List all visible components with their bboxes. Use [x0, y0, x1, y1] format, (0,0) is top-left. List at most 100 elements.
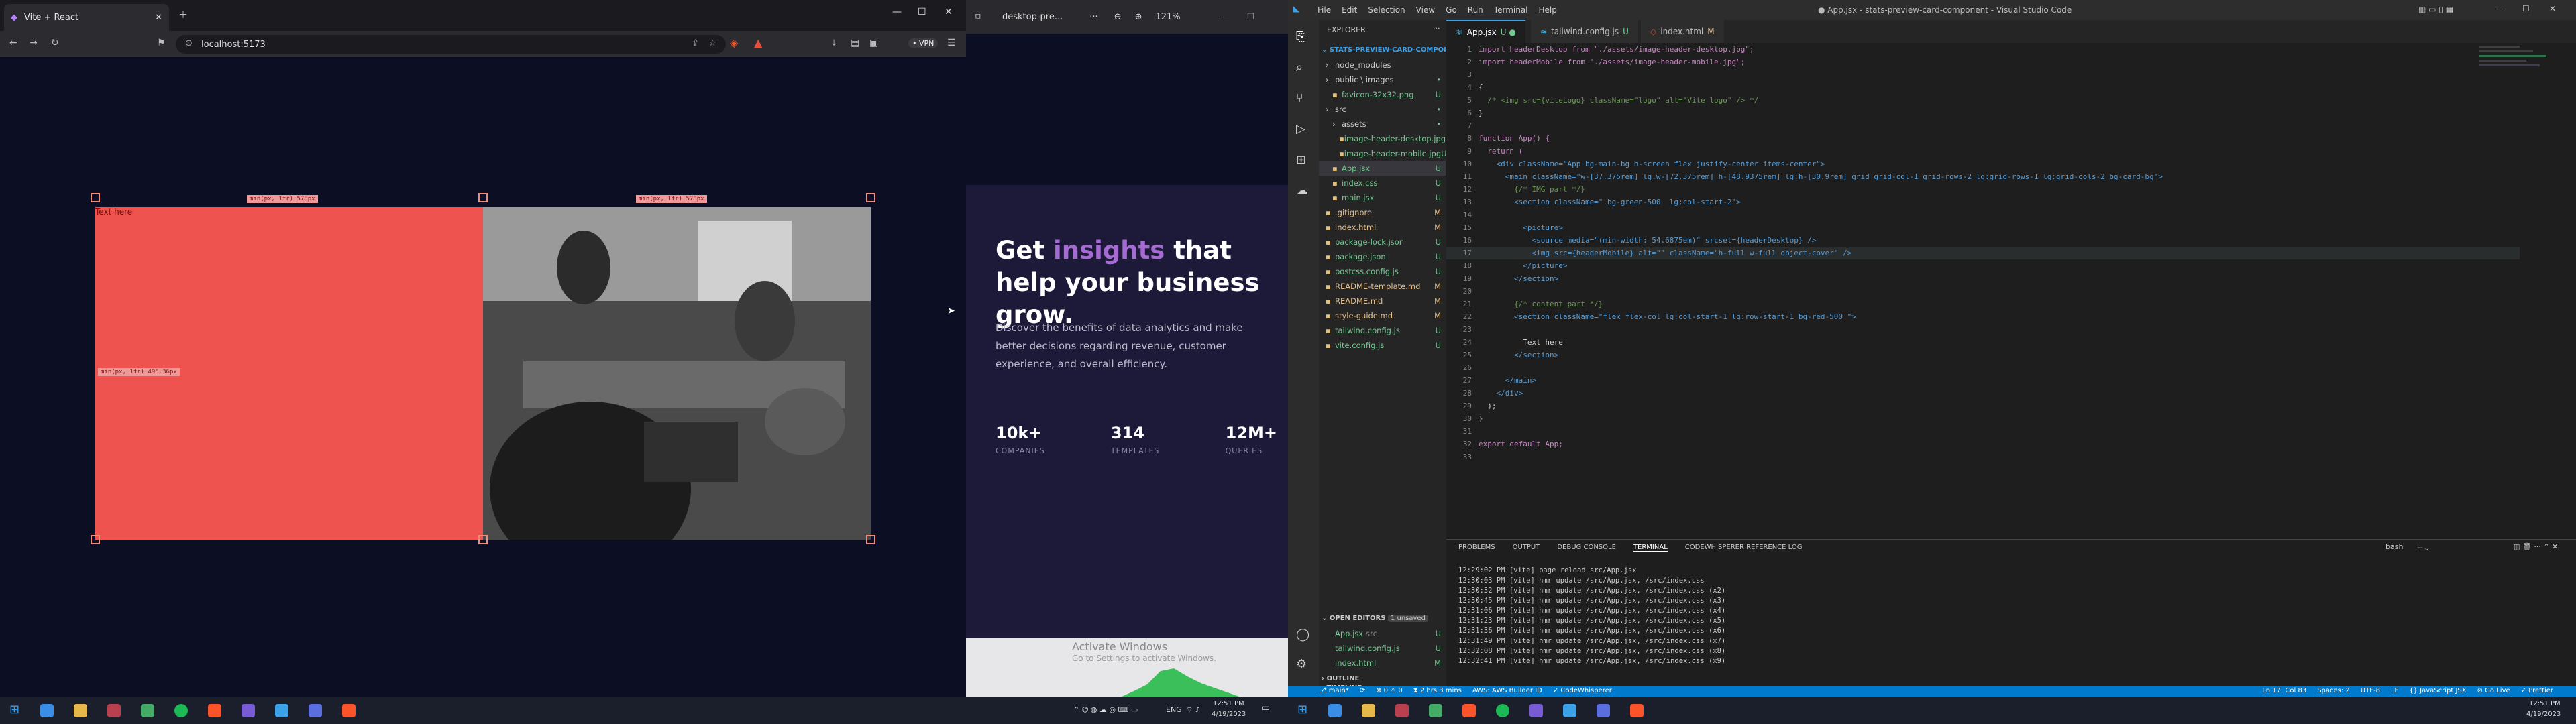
- close-tab-icon[interactable]: ✕: [155, 13, 162, 23]
- status-item[interactable]: LF: [2391, 687, 2398, 695]
- brave-shield-icon[interactable]: ◈: [730, 36, 738, 49]
- tree-folder[interactable]: › public \ images •: [1319, 72, 1446, 87]
- star-icon[interactable]: ☆: [708, 38, 716, 48]
- terminal-name[interactable]: bash: [2385, 542, 2403, 551]
- status-item[interactable]: Spaces: 2: [2317, 687, 2350, 695]
- brave-icon[interactable]: [208, 704, 221, 717]
- run-debug-icon[interactable]: ▷: [1296, 122, 1305, 136]
- file-explorer-icon[interactable]: [74, 704, 87, 717]
- panel-tab-problems[interactable]: PROBLEMS: [1458, 544, 1495, 552]
- tree-file[interactable]: ▪ style-guide.md M: [1319, 308, 1446, 323]
- taskbar-app-icon[interactable]: [1328, 704, 1342, 717]
- vpn-button[interactable]: • VPN: [908, 38, 938, 48]
- panel-tab-codewhisperer[interactable]: CODEWHISPERER REFERENCE LOG: [1685, 544, 1803, 552]
- network-volume-icons[interactable]: ⌔ ♪: [1186, 705, 1200, 715]
- preview-minimize-icon[interactable]: —: [1221, 12, 1230, 22]
- menu-edit[interactable]: Edit: [1342, 5, 1357, 15]
- zoom-out-icon[interactable]: ⊖: [1114, 12, 1122, 22]
- status-item[interactable]: ⧗ 2 hrs 3 mins: [1413, 687, 1462, 695]
- tree-folder[interactable]: › node_modules: [1319, 58, 1446, 72]
- tree-file[interactable]: ▪ README.md M: [1319, 294, 1446, 308]
- language-indicator[interactable]: ENG: [1166, 705, 1182, 714]
- code-editor[interactable]: 1 import headerDesktop from "./assets/ima…: [1446, 43, 2576, 539]
- new-terminal-icon[interactable]: ＋⌄: [2416, 542, 2430, 553]
- tree-file[interactable]: ▪ README-template.md M: [1319, 279, 1446, 294]
- panel-tab-terminal[interactable]: TERMINAL: [1633, 544, 1668, 552]
- layout-icons[interactable]: ▥ ▭ ▯ ▦: [2418, 5, 2453, 14]
- forward-icon[interactable]: →: [30, 38, 38, 48]
- status-item[interactable]: ⊗ 0 ⚠ 0: [1376, 687, 1403, 695]
- taskbar-app-icon[interactable]: [107, 704, 121, 717]
- bookmark-icon[interactable]: ⚑: [157, 38, 166, 48]
- vs-close-icon[interactable]: ✕: [2549, 4, 2556, 13]
- status-item[interactable]: ⊘ Go Live: [2477, 687, 2510, 695]
- zoom-in-icon[interactable]: ⊕: [1135, 12, 1142, 22]
- menu-view[interactable]: View: [1416, 5, 1435, 15]
- preview-maximize-icon[interactable]: ☐: [1247, 12, 1255, 22]
- vscode-taskbar-icon[interactable]: [275, 704, 288, 717]
- menu-run[interactable]: Run: [1468, 5, 1483, 15]
- tree-file[interactable]: ▪ favicon-32x32.png U: [1319, 87, 1446, 102]
- minimap[interactable]: [2479, 43, 2560, 110]
- open-editor-item[interactable]: App.jsx src U: [1319, 626, 1446, 641]
- tab-tailwind-config[interactable]: ≈ tailwind.config.js U: [1531, 20, 1638, 43]
- tree-file[interactable]: ▪ postcss.config.js U: [1319, 264, 1446, 279]
- project-root[interactable]: ⌄ STATS-PREVIEW-CARD-COMPONENT: [1322, 43, 1464, 58]
- site-info-icon[interactable]: ⊙: [185, 38, 193, 48]
- start-icon-2[interactable]: ⊞: [1297, 703, 1307, 717]
- vscode-taskbar-icon[interactable]: [1563, 704, 1576, 717]
- clock-date[interactable]: 4/19/2023: [1212, 711, 1246, 718]
- sidebar-icon[interactable]: ▤: [851, 38, 859, 48]
- taskbar-app-icon[interactable]: [1597, 704, 1610, 717]
- source-control-icon[interactable]: ⑂: [1296, 91, 1303, 105]
- tree-file[interactable]: ▪ index.css U: [1319, 176, 1446, 190]
- url-input[interactable]: ⊙ localhost:5173 ⇪ ☆: [176, 35, 726, 54]
- new-tab-icon[interactable]: ＋: [178, 8, 188, 21]
- close-window-icon[interactable]: ✕: [945, 7, 953, 17]
- tab-app-jsx[interactable]: ⚛ App.jsx U ●: [1446, 20, 1525, 43]
- menu-selection[interactable]: Selection: [1368, 5, 1405, 15]
- clock-time[interactable]: 12:51 PM: [1213, 700, 1244, 707]
- brave-icon[interactable]: [342, 704, 356, 717]
- share-icon[interactable]: ⇪: [692, 38, 699, 48]
- panel-tab-debug[interactable]: DEBUG CONSOLE: [1557, 544, 1616, 552]
- search-icon[interactable]: ⌕: [1296, 60, 1303, 74]
- open-editor-item[interactable]: index.html M: [1319, 656, 1446, 670]
- file-explorer-icon[interactable]: [1362, 704, 1375, 717]
- spotify-icon[interactable]: [174, 704, 188, 717]
- status-item[interactable]: ⎇ main*: [1319, 687, 1349, 695]
- clock-date-2[interactable]: 4/19/2023: [2526, 711, 2561, 718]
- clock-time-2[interactable]: 12:51 PM: [2529, 700, 2561, 707]
- menu-go[interactable]: Go: [1446, 5, 1457, 15]
- tree-file[interactable]: ▪ package-lock.json U: [1319, 235, 1446, 249]
- tree-file[interactable]: ▪ App.jsx U: [1319, 161, 1446, 176]
- start-icon[interactable]: ⊞: [9, 703, 19, 717]
- more-actions-icon[interactable]: ···: [1433, 24, 1440, 33]
- files-icon[interactable]: ⎘: [1296, 29, 1305, 44]
- menu-icon[interactable]: ☰: [947, 38, 956, 48]
- status-item[interactable]: Ln 17, Col 83: [2262, 687, 2306, 695]
- tree-folder[interactable]: › assets •: [1319, 117, 1446, 131]
- maximize-icon[interactable]: ☐: [918, 7, 926, 17]
- tab-index-html[interactable]: ◇ index.html M: [1641, 20, 1724, 43]
- account-icon[interactable]: ◯: [1296, 627, 1309, 642]
- brave-rewards-icon[interactable]: ▲: [754, 36, 762, 49]
- tree-file[interactable]: ▪ main.jsx U: [1319, 190, 1446, 205]
- brave-icon[interactable]: [1630, 704, 1644, 717]
- aws-icon[interactable]: ☁: [1296, 184, 1308, 198]
- notification-icon[interactable]: ▭: [1261, 703, 1270, 713]
- status-item[interactable]: ✓ CodeWhisperer: [1553, 687, 1612, 695]
- tree-file[interactable]: ▪ image-header-mobile.jpg U: [1319, 146, 1447, 161]
- extensions-icon[interactable]: ⊞: [1296, 153, 1306, 167]
- open-editor-item[interactable]: tailwind.config.js U: [1319, 641, 1446, 656]
- tree-file[interactable]: ▪ .gitignore M: [1319, 205, 1446, 220]
- status-item[interactable]: UTF-8: [2361, 687, 2380, 695]
- tree-file[interactable]: ▪image-header-desktop.jpgU: [1319, 131, 1451, 146]
- taskbar-app-icon[interactable]: [141, 704, 154, 717]
- menu-terminal[interactable]: Terminal: [1494, 5, 1528, 15]
- taskbar-app-icon[interactable]: [1429, 704, 1442, 717]
- brave-icon[interactable]: [1462, 704, 1476, 717]
- more-icon[interactable]: ···: [1089, 12, 1097, 22]
- spotify-icon[interactable]: [1496, 704, 1509, 717]
- taskbar-app-icon[interactable]: [40, 704, 54, 717]
